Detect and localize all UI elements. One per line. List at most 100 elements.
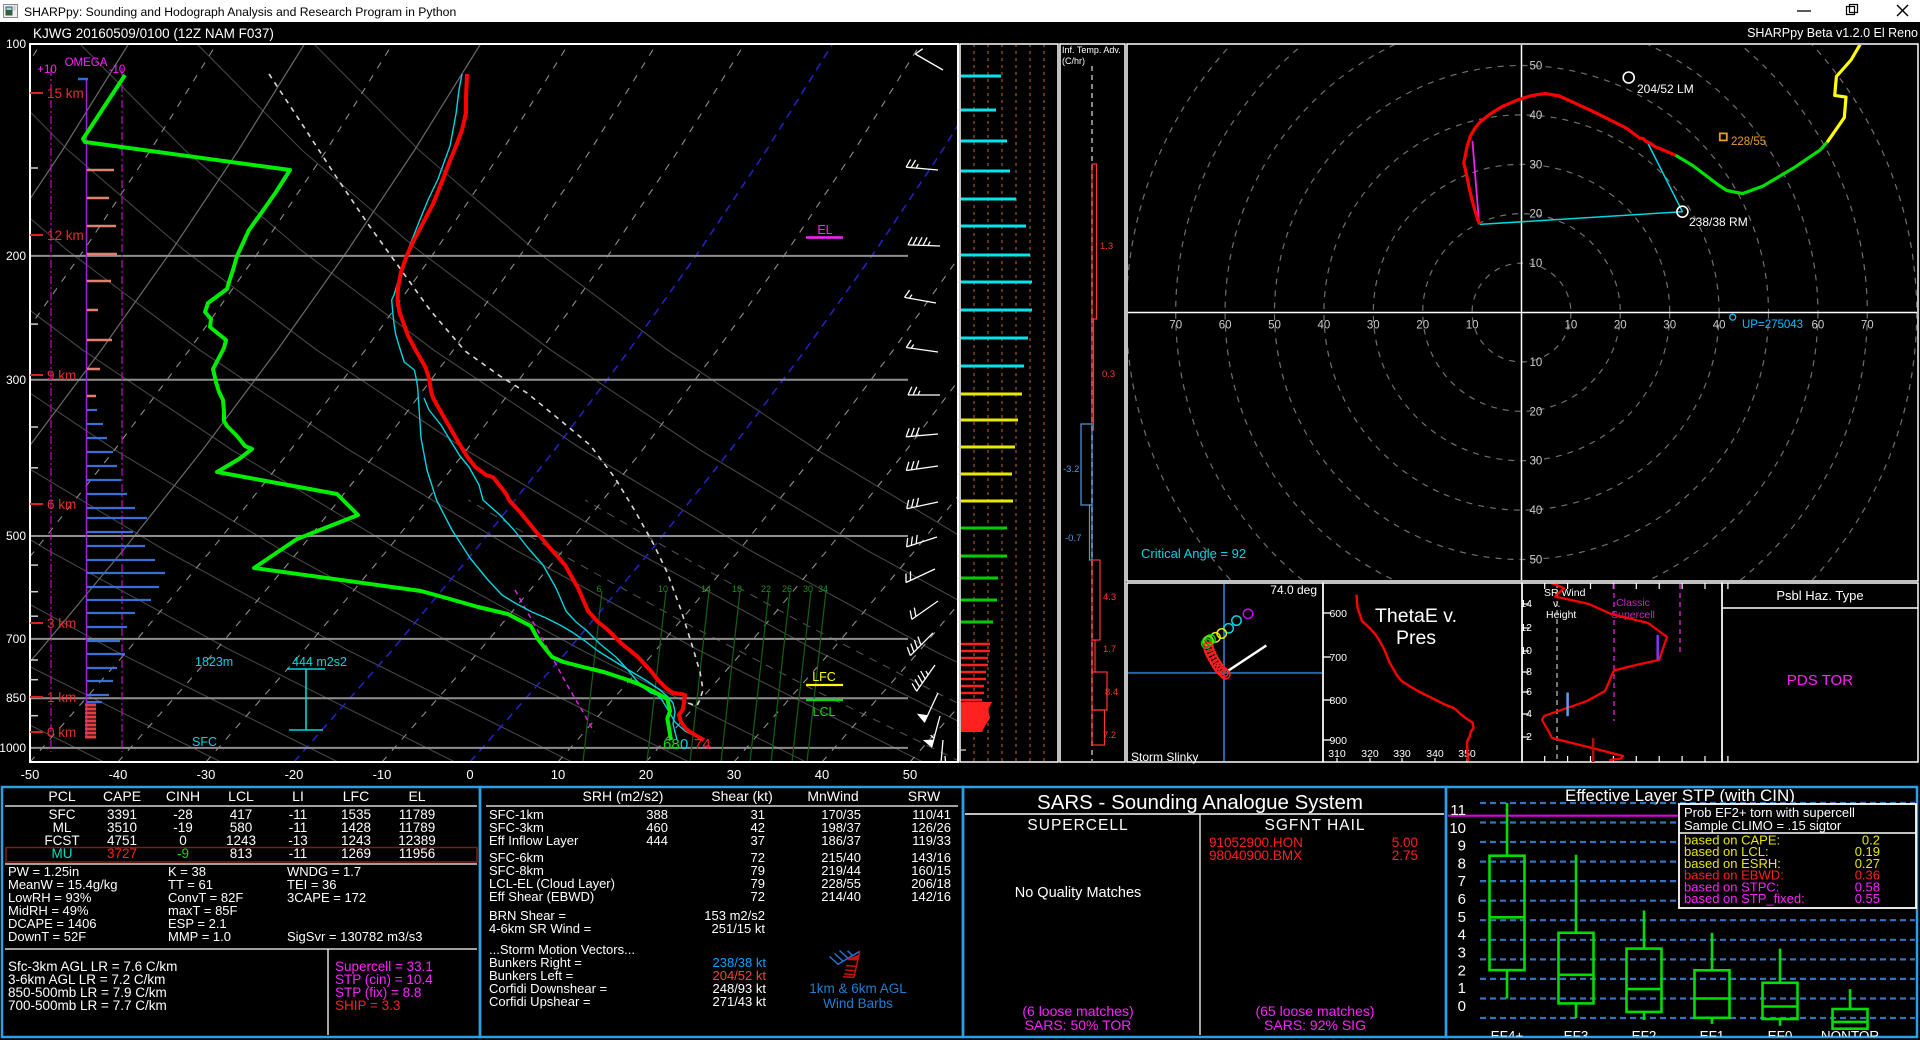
svg-text:700: 700 — [1329, 652, 1347, 664]
svg-text:9 km: 9 km — [47, 368, 76, 383]
svg-text:-20: -20 — [285, 767, 304, 782]
svg-text:Storm Slinky: Storm Slinky — [1131, 750, 1198, 764]
svg-text:70: 70 — [1169, 320, 1182, 332]
svg-text:ThetaE v.: ThetaE v. — [1375, 605, 1457, 627]
svg-text:37: 37 — [751, 833, 765, 848]
svg-text:SHIP = 3.3: SHIP = 3.3 — [335, 998, 400, 1013]
svg-text:SigSvr = 130782 m3/s3: SigSvr = 130782 m3/s3 — [287, 929, 423, 944]
svg-text:SUPERCELL: SUPERCELL — [1027, 817, 1128, 834]
svg-text:Pres: Pres — [1396, 627, 1436, 649]
svg-text:0 km: 0 km — [47, 725, 76, 740]
svg-text:SHARPpy Beta v1.2.0 El Reno: SHARPpy Beta v1.2.0 El Reno — [1747, 26, 1918, 40]
svg-text:50: 50 — [1530, 555, 1543, 567]
svg-text:20: 20 — [1614, 320, 1627, 332]
svg-text:MMP = 1.0: MMP = 1.0 — [168, 929, 231, 944]
svg-text:-10: -10 — [109, 64, 126, 76]
svg-text:CINH: CINH — [166, 788, 200, 804]
svg-text:300: 300 — [6, 373, 26, 387]
svg-text:100: 100 — [6, 37, 26, 51]
svg-text:1: 1 — [1458, 980, 1466, 997]
svg-text:8: 8 — [1458, 855, 1466, 872]
svg-text:Inf. Temp. Adv.: Inf. Temp. Adv. — [1062, 45, 1121, 55]
svg-text:DownT = 52F: DownT = 52F — [8, 929, 86, 944]
svg-text:SARS - Sounding Analogue Syste: SARS - Sounding Analogue System — [1037, 791, 1363, 814]
svg-text:20: 20 — [1416, 320, 1429, 332]
svg-text:SARS: 50% TOR: SARS: 50% TOR — [1025, 1017, 1132, 1033]
svg-text:1000: 1000 — [0, 741, 26, 755]
svg-text:444 m2s2: 444 m2s2 — [292, 655, 347, 669]
svg-text:30: 30 — [1530, 159, 1543, 171]
svg-text:based on STP_fixed:: based on STP_fixed: — [1684, 891, 1805, 906]
svg-text:50: 50 — [1530, 61, 1543, 73]
svg-text:4-6km SR Wind =: 4-6km SR Wind = — [489, 921, 591, 936]
svg-text:6: 6 — [1458, 891, 1466, 908]
svg-text:60: 60 — [1219, 320, 1232, 332]
svg-text:1823m: 1823m — [195, 655, 233, 669]
svg-text:0.3: 0.3 — [1102, 369, 1115, 380]
svg-text:Psbl Haz. Type: Psbl Haz. Type — [1776, 588, 1863, 603]
svg-text:22: 22 — [761, 584, 771, 594]
svg-text:700: 700 — [6, 632, 26, 646]
svg-text:238/38 RM: 238/38 RM — [1689, 215, 1748, 229]
svg-text:142/16: 142/16 — [911, 889, 951, 904]
svg-text:72: 72 — [751, 889, 765, 904]
svg-text:6: 6 — [596, 584, 601, 594]
svg-text:70: 70 — [1861, 320, 1874, 332]
svg-text:+10: +10 — [37, 64, 57, 76]
svg-text:30: 30 — [1530, 456, 1543, 468]
svg-text:4: 4 — [1458, 927, 1466, 944]
svg-text:10: 10 — [1449, 820, 1466, 837]
svg-text:34: 34 — [818, 584, 828, 594]
svg-text:3CAPE = 172: 3CAPE = 172 — [287, 890, 366, 905]
svg-text:1.3: 1.3 — [1100, 241, 1113, 252]
svg-text:2: 2 — [1458, 962, 1466, 979]
svg-text:-50: -50 — [21, 767, 40, 782]
svg-text:7.2: 7.2 — [1103, 730, 1116, 741]
svg-text:MnWind: MnWind — [807, 788, 858, 804]
svg-text:SHARPpy: Sounding and Hodograp: SHARPpy: Sounding and Hodograph Analysis… — [24, 5, 456, 19]
svg-text:12 km: 12 km — [47, 228, 84, 243]
svg-text:SFC: SFC — [192, 735, 217, 749]
svg-text:No Quality Matches: No Quality Matches — [1015, 885, 1142, 901]
svg-text:CAPE: CAPE — [103, 788, 141, 804]
svg-text:74: 74 — [694, 736, 711, 753]
svg-text:6 km: 6 km — [47, 497, 76, 512]
svg-text:200: 200 — [6, 249, 26, 263]
svg-text:0.55: 0.55 — [1855, 891, 1880, 906]
svg-text:60: 60 — [1812, 320, 1825, 332]
svg-text:LFC: LFC — [812, 670, 836, 684]
svg-text:KJWG 20160509/0100 (12Z NA: KJWG 20160509/0100 (12Z NAM F037) — [33, 26, 274, 41]
svg-text:10: 10 — [1565, 320, 1578, 332]
svg-text:40: 40 — [1318, 320, 1331, 332]
svg-text:30: 30 — [727, 767, 741, 782]
svg-text:600: 600 — [1329, 608, 1347, 620]
svg-text:4.3: 4.3 — [1103, 592, 1116, 603]
svg-text:Corfidi Upshear =: Corfidi Upshear = — [489, 994, 591, 1009]
svg-text:800: 800 — [1329, 695, 1347, 707]
svg-text:444: 444 — [646, 833, 668, 848]
svg-text:30: 30 — [1367, 320, 1380, 332]
svg-text:204/52 LM: 204/52 LM — [1637, 82, 1694, 96]
svg-text:10: 10 — [658, 584, 668, 594]
svg-text:Wind Barbs: Wind Barbs — [823, 996, 893, 1011]
svg-text:500: 500 — [6, 529, 26, 543]
svg-text:3 km: 3 km — [47, 616, 76, 631]
svg-text:LFC: LFC — [343, 788, 369, 804]
svg-text:11: 11 — [1450, 802, 1466, 819]
svg-text:50: 50 — [903, 767, 917, 782]
svg-text:1km & 6km AGL: 1km & 6km AGL — [809, 981, 907, 996]
svg-text:10: 10 — [1530, 357, 1543, 369]
svg-text:271/43 kt: 271/43 kt — [713, 994, 767, 1009]
svg-text:10: 10 — [551, 767, 565, 782]
svg-text:Classic: Classic — [1616, 597, 1650, 609]
svg-text:-10: -10 — [373, 767, 392, 782]
svg-text:-0.7: -0.7 — [1065, 533, 1081, 544]
svg-text:PCL: PCL — [48, 788, 75, 804]
svg-text:Shear (kt): Shear (kt) — [711, 788, 772, 804]
svg-text:UP=275043: UP=275043 — [1742, 319, 1803, 331]
svg-text:PDS TOR: PDS TOR — [1787, 672, 1853, 689]
svg-text:SR Wind: SR Wind — [1544, 587, 1586, 599]
svg-text:74.0 deg: 74.0 deg — [1270, 583, 1317, 597]
svg-text:186/37: 186/37 — [821, 833, 861, 848]
svg-text:900: 900 — [1329, 735, 1347, 747]
